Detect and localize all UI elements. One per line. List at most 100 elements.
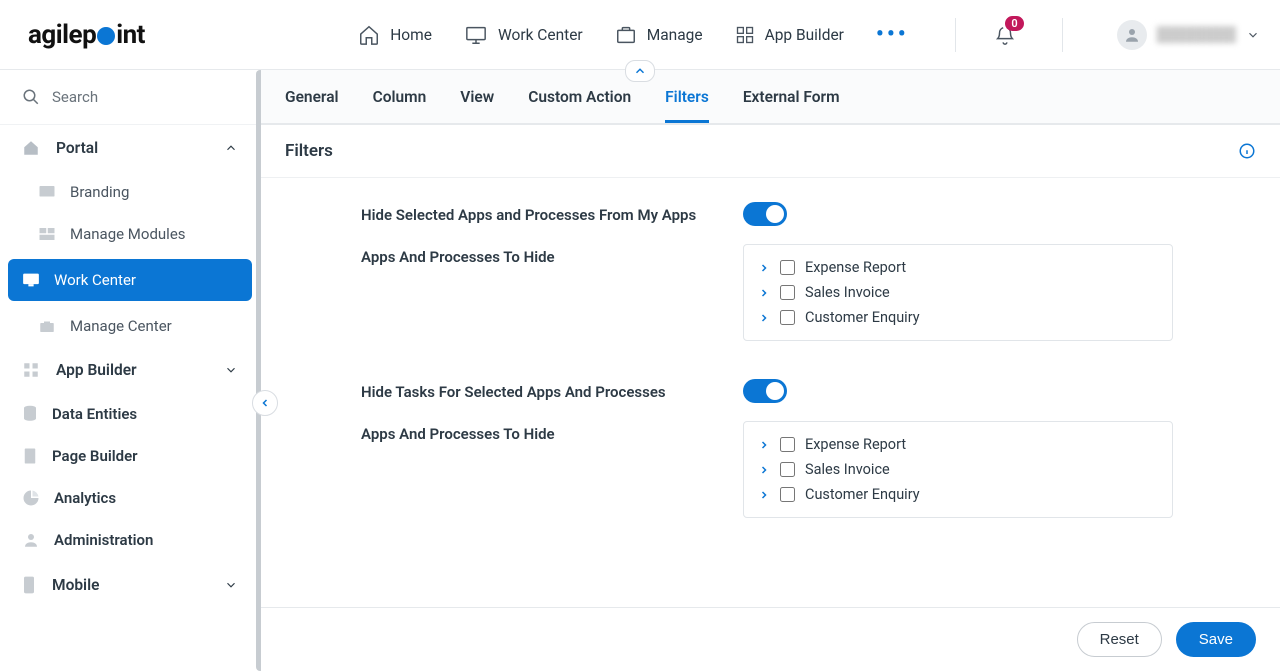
nav-more[interactable]: •••: [876, 22, 909, 47]
checkbox-customer-enquiry-2[interactable]: [780, 487, 795, 502]
list-item-label: Expense Report: [805, 436, 906, 453]
tab-column[interactable]: Column: [373, 88, 427, 123]
chevron-up-icon: [224, 141, 238, 155]
tab-external-form[interactable]: External Form: [743, 88, 840, 123]
collapse-top-button[interactable]: [625, 60, 655, 82]
list-item-label: Sales Invoice: [805, 461, 890, 478]
grid-icon: [735, 25, 755, 45]
chevron-right-icon: [758, 439, 770, 451]
filters-panel: Filters Hide Selected Apps and Processes…: [261, 124, 1280, 671]
tab-view[interactable]: View: [460, 88, 494, 123]
sidebar-item-work-center[interactable]: Work Center: [8, 259, 252, 301]
work-center-icon: [22, 272, 40, 288]
list-item: Expense Report: [758, 255, 1158, 280]
sidebar-item-data-entities[interactable]: Data Entities: [0, 393, 260, 435]
tab-general[interactable]: General: [285, 88, 339, 123]
reset-button-label: Reset: [1100, 631, 1139, 648]
monitor-icon: [464, 24, 488, 46]
nav-manage[interactable]: Manage: [615, 24, 703, 46]
chevron-left-icon: [259, 397, 271, 409]
nav-separator: [955, 18, 956, 52]
sidebar-group-app-builder[interactable]: App Builder: [0, 347, 260, 393]
nav-manage-label: Manage: [647, 26, 703, 44]
sidebar-manage-center-label: Manage Center: [70, 317, 172, 335]
panel-header: Filters: [261, 125, 1280, 178]
logo: agilepint: [28, 20, 145, 50]
hide-apps-list-label: Apps And Processes To Hide: [361, 244, 743, 266]
chevron-right-icon: [758, 262, 770, 274]
list-item: Sales Invoice: [758, 457, 1158, 482]
chart-icon: [22, 489, 40, 507]
sidebar-item-administration[interactable]: Administration: [0, 519, 260, 561]
expand-button[interactable]: [758, 312, 770, 324]
sidebar-item-analytics[interactable]: Analytics: [0, 477, 260, 519]
checkbox-sales-invoice-2[interactable]: [780, 462, 795, 477]
chevron-down-icon: [224, 363, 238, 377]
admin-icon: [22, 531, 40, 549]
sidebar-branding-label: Branding: [70, 183, 129, 201]
info-icon: [1238, 142, 1256, 160]
list-item-label: Sales Invoice: [805, 284, 890, 301]
tab-custom-action[interactable]: Custom Action: [528, 88, 631, 123]
nav-app-builder[interactable]: App Builder: [735, 25, 844, 45]
nav-separator-2: [1062, 18, 1063, 52]
checkbox-customer-enquiry[interactable]: [780, 310, 795, 325]
save-button-label: Save: [1199, 631, 1233, 648]
chevron-right-icon: [758, 312, 770, 324]
tab-filters[interactable]: Filters: [665, 88, 709, 123]
expand-button[interactable]: [758, 489, 770, 501]
save-button[interactable]: Save: [1176, 622, 1256, 657]
list-item: Customer Enquiry: [758, 305, 1158, 330]
expand-button[interactable]: [758, 287, 770, 299]
sidebar-data-entities-label: Data Entities: [52, 405, 137, 423]
sidebar-item-branding[interactable]: Branding: [0, 171, 260, 213]
checkbox-sales-invoice[interactable]: [780, 285, 795, 300]
list-item: Expense Report: [758, 432, 1158, 457]
notifications-button[interactable]: 0: [994, 24, 1016, 46]
reset-button[interactable]: Reset: [1077, 622, 1162, 657]
nav-work-center[interactable]: Work Center: [464, 24, 583, 46]
sidebar-group-portal[interactable]: Portal: [0, 125, 260, 171]
expand-button[interactable]: [758, 262, 770, 274]
sidebar-modules-label: Manage Modules: [70, 225, 186, 243]
checkbox-expense-report[interactable]: [780, 260, 795, 275]
sidebar-administration-label: Administration: [54, 531, 153, 549]
sidebar-analytics-label: Analytics: [54, 489, 116, 507]
panel-footer: Reset Save: [261, 607, 1280, 671]
chevron-down-icon: [1246, 28, 1260, 42]
sidebar-app-builder-label: App Builder: [56, 361, 137, 379]
chevron-right-icon: [758, 489, 770, 501]
info-button[interactable]: [1238, 142, 1256, 160]
expand-button[interactable]: [758, 439, 770, 451]
hide-apps-toggle[interactable]: [743, 202, 787, 226]
list-item-label: Customer Enquiry: [805, 309, 920, 326]
user-menu[interactable]: ████████: [1117, 20, 1260, 50]
app-builder-icon: [22, 361, 40, 379]
page-icon: [22, 447, 38, 465]
nav-app-builder-label: App Builder: [765, 26, 844, 44]
expand-button[interactable]: [758, 464, 770, 476]
checkbox-expense-report-2[interactable]: [780, 437, 795, 452]
search-icon: [22, 88, 40, 106]
nav-home-label: Home: [390, 26, 432, 44]
sidebar-item-manage-modules[interactable]: Manage Modules: [0, 213, 260, 255]
sidebar-portal-label: Portal: [56, 139, 98, 157]
database-icon: [22, 405, 38, 423]
chevron-right-icon: [758, 464, 770, 476]
sidebar-item-page-builder[interactable]: Page Builder: [0, 435, 260, 477]
collapse-sidebar-button[interactable]: [252, 390, 278, 416]
form-area: Hide Selected Apps and Processes From My…: [261, 178, 1280, 607]
tab-external-form-label: External Form: [743, 88, 840, 106]
sidebar-group-mobile[interactable]: Mobile: [0, 561, 260, 609]
hide-tasks-list-label: Apps And Processes To Hide: [361, 421, 743, 443]
nav-home[interactable]: Home: [358, 24, 432, 46]
sidebar-work-center-label: Work Center: [54, 271, 136, 289]
notifications-badge: 0: [1005, 16, 1023, 31]
nav-work-center-label: Work Center: [498, 26, 583, 44]
sidebar-search[interactable]: Search: [0, 70, 260, 125]
hide-tasks-toggle[interactable]: [743, 379, 787, 403]
list-item: Sales Invoice: [758, 280, 1158, 305]
tab-general-label: General: [285, 88, 339, 106]
sidebar-item-manage-center[interactable]: Manage Center: [0, 305, 260, 347]
main-content: General Column View Custom Action Filter…: [261, 70, 1280, 671]
